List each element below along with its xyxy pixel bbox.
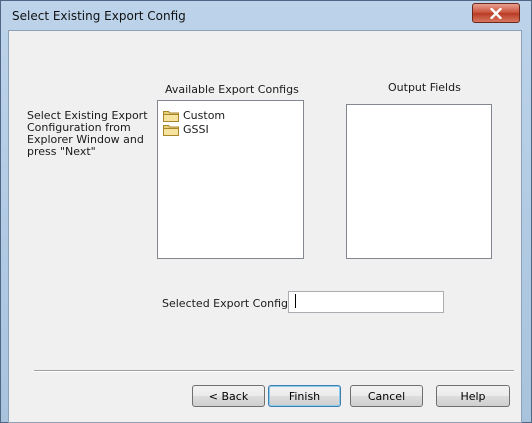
folder-icon [163,124,179,136]
output-fields-label: Output Fields [388,81,461,94]
instructions-text: Select Existing Export Configuration fro… [27,109,148,158]
finish-button[interactable]: Finish [268,385,341,407]
title-bar[interactable]: Select Existing Export Config [1,1,531,31]
folder-icon [163,110,179,122]
help-button[interactable]: Help [436,385,510,407]
tree-item-gssi[interactable]: GSSI [163,122,209,136]
cancel-button[interactable]: Cancel [350,385,423,407]
tree-item-label: Custom [183,108,226,122]
text-caret [295,294,296,308]
output-fields-list[interactable] [346,104,492,259]
window-title: Select Existing Export Config [12,9,186,23]
tree-item-label: GSSI [183,122,209,136]
selected-config-field[interactable] [288,291,444,313]
button-separator [34,370,514,372]
tree-item-custom[interactable]: Custom [163,108,225,122]
close-icon [490,7,502,19]
selected-config-label: Selected Export Config: [162,297,292,310]
close-button[interactable] [472,3,520,23]
back-button[interactable]: < Back [192,385,265,407]
available-configs-label: Available Export Configs [165,83,299,96]
available-configs-list[interactable]: Custom GSSI [157,100,304,259]
